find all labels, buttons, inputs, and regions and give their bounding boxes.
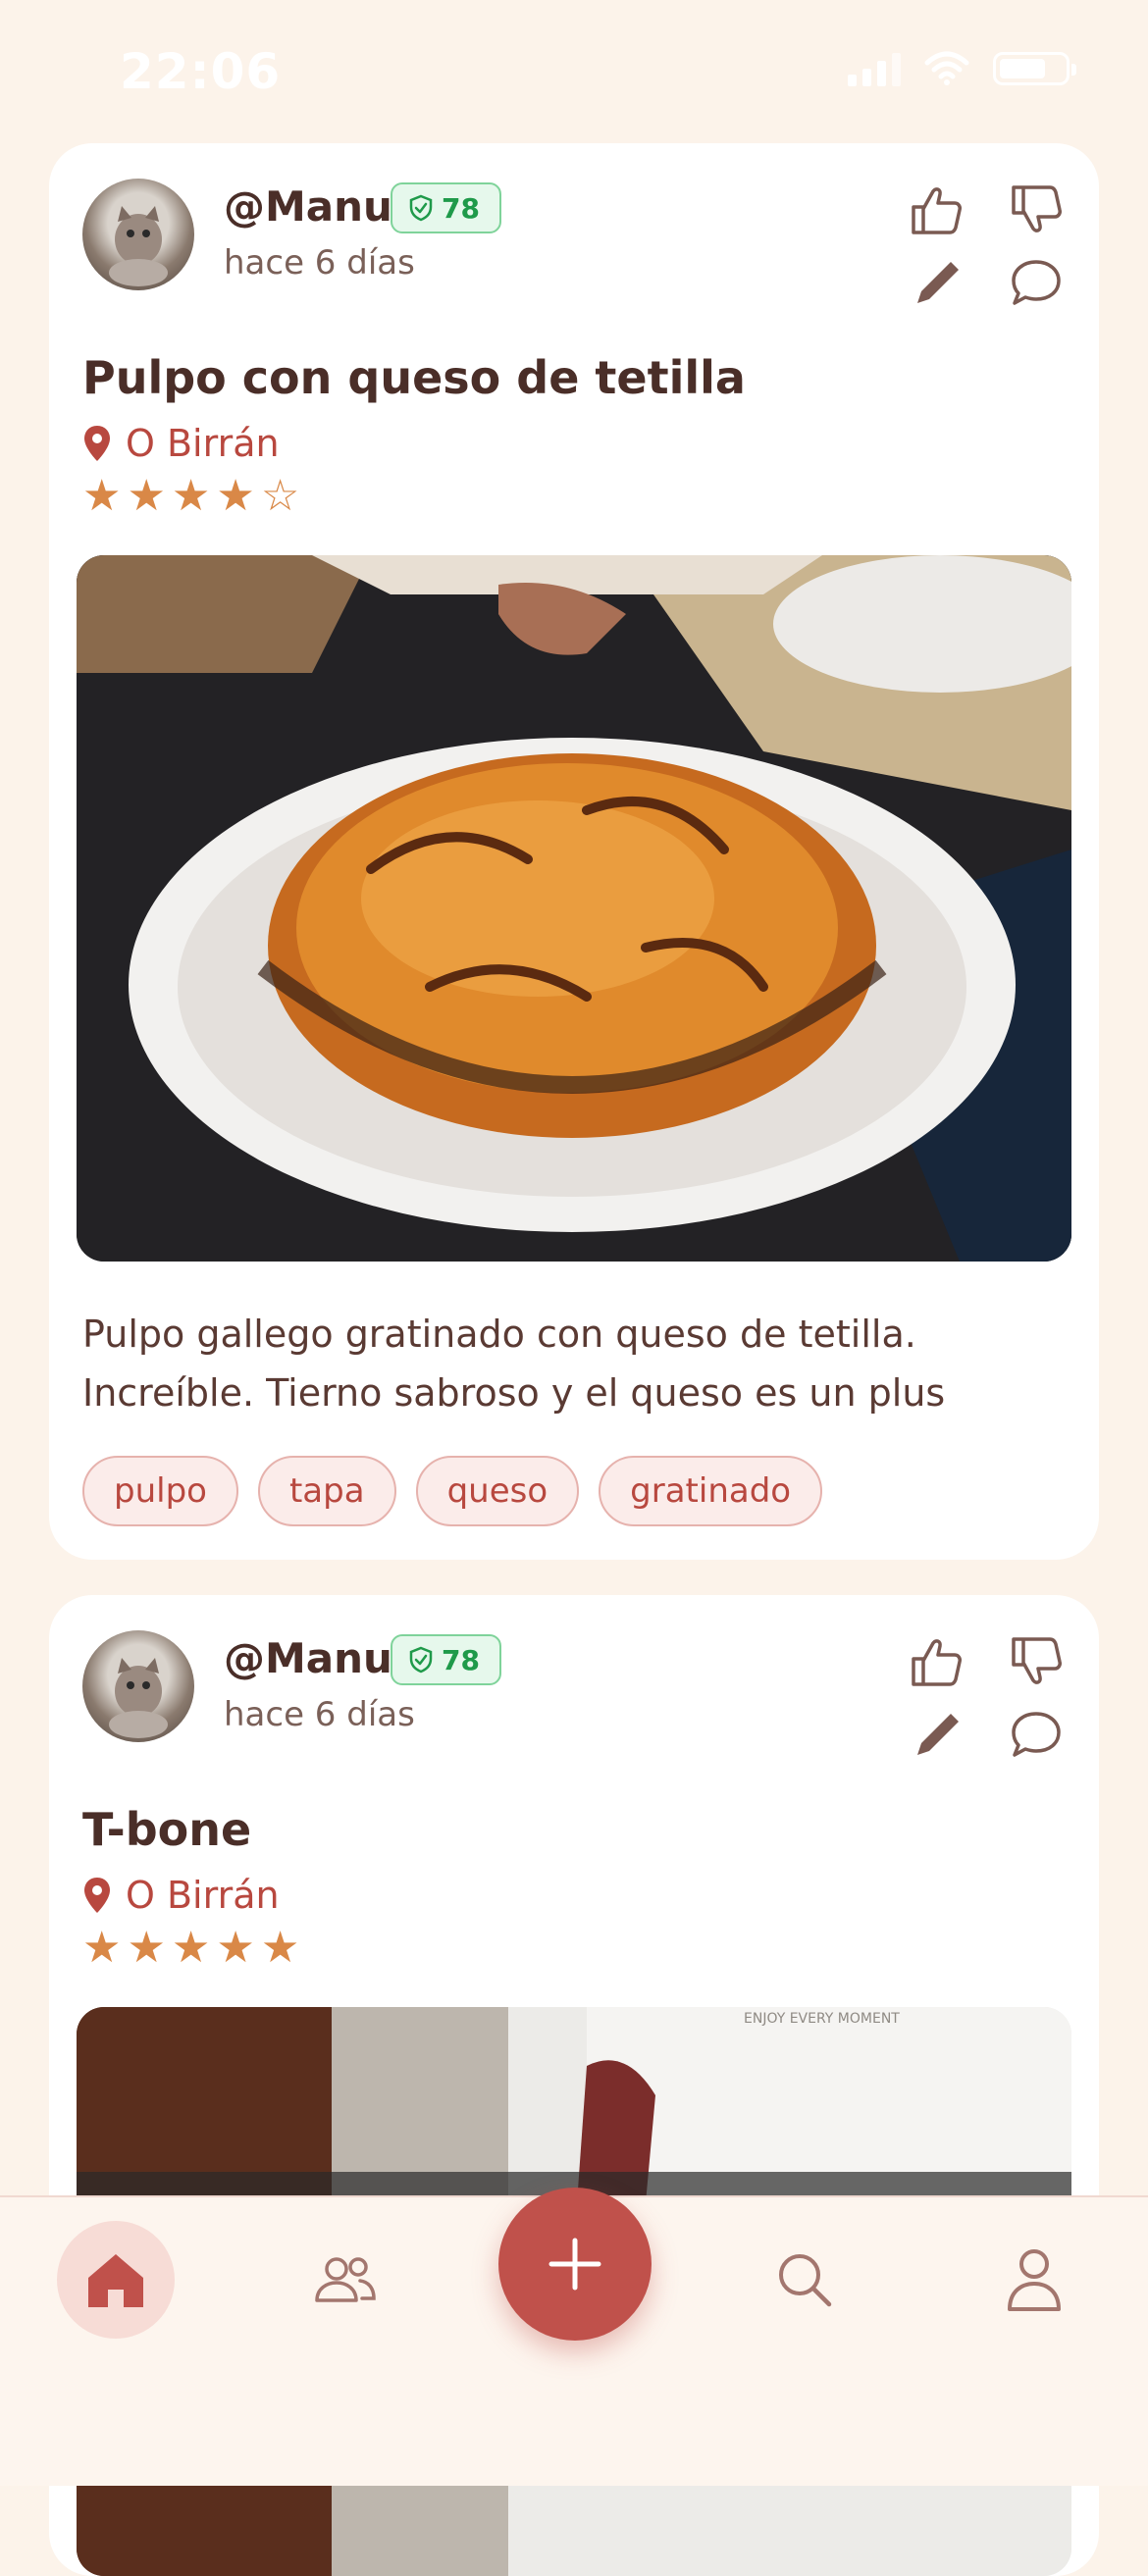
dish-title: Pulpo con queso de tetilla bbox=[82, 351, 746, 404]
signal-icon bbox=[848, 51, 901, 86]
star-rating: ★ ★ ★ ★ ☆ bbox=[82, 475, 299, 518]
star-rating: ★ ★ ★ ★ ★ bbox=[82, 1927, 299, 1970]
location-name: O Birrán bbox=[126, 422, 280, 465]
score-badge: 78 bbox=[391, 182, 501, 233]
nav-search[interactable] bbox=[746, 2221, 863, 2339]
description-line: Increíble. Tierno sabroso y el queso es … bbox=[82, 1371, 946, 1415]
description-line: Pulpo gallego gratinado con queso de tet… bbox=[82, 1313, 916, 1356]
star-icon: ★ bbox=[171, 471, 211, 521]
post-description: Pulpo gallego gratinado con queso de tet… bbox=[82, 1305, 1064, 1422]
comment-button[interactable] bbox=[1005, 1703, 1068, 1766]
nav-home[interactable] bbox=[57, 2221, 175, 2339]
thumbs-up-icon bbox=[912, 1639, 962, 1686]
post-card[interactable]: @Manu 78 hace 6 días Pulpo con queso de … bbox=[49, 143, 1099, 1560]
tag-chip[interactable]: queso bbox=[415, 1456, 580, 1526]
score-badge: 78 bbox=[391, 1634, 501, 1685]
dislike-button[interactable] bbox=[1005, 1630, 1068, 1693]
avatar[interactable] bbox=[82, 179, 194, 290]
comment-icon bbox=[1012, 260, 1061, 305]
username[interactable]: @Manu bbox=[224, 182, 392, 231]
score-value: 78 bbox=[442, 191, 480, 225]
photo-print: ENJOY EVERY MOMENT bbox=[744, 2011, 900, 2027]
status-time: 22:06 bbox=[120, 43, 282, 100]
location-name: O Birrán bbox=[126, 1874, 280, 1917]
star-icon: ★ bbox=[171, 1923, 211, 1973]
add-post-button[interactable] bbox=[498, 2188, 652, 2341]
shield-check-icon bbox=[409, 194, 433, 222]
comment-button[interactable] bbox=[1005, 251, 1068, 314]
tag-chip[interactable]: gratinado bbox=[599, 1456, 823, 1526]
star-icon: ★ bbox=[216, 1923, 255, 1973]
users-icon bbox=[315, 2257, 376, 2302]
dish-photo[interactable] bbox=[77, 555, 1071, 1262]
star-icon: ★ bbox=[82, 1923, 122, 1973]
thumbs-down-icon bbox=[1012, 1637, 1062, 1684]
star-icon: ★ bbox=[127, 1923, 166, 1973]
status-bar: 22:06 bbox=[0, 0, 1148, 147]
nav-friends[interactable] bbox=[287, 2221, 404, 2339]
shield-check-icon bbox=[409, 1646, 433, 1674]
location-link[interactable]: O Birrán bbox=[82, 1874, 280, 1917]
edit-button[interactable] bbox=[905, 251, 967, 314]
dislike-button[interactable] bbox=[1005, 179, 1068, 241]
tag-chip[interactable]: tapa bbox=[257, 1456, 396, 1526]
avatar[interactable] bbox=[82, 1630, 194, 1742]
tag-chip[interactable]: pulpo bbox=[82, 1456, 238, 1526]
star-icon: ★ bbox=[216, 471, 255, 521]
comment-icon bbox=[1012, 1712, 1061, 1757]
star-icon: ★ bbox=[260, 1923, 300, 1973]
star-icon: ★ bbox=[82, 471, 122, 521]
star-icon: ★ bbox=[127, 471, 166, 521]
pencil-icon bbox=[917, 262, 959, 303]
username[interactable]: @Manu bbox=[224, 1634, 392, 1682]
pencil-icon bbox=[917, 1714, 959, 1755]
location-link[interactable]: O Birrán bbox=[82, 422, 280, 465]
thumbs-down-icon bbox=[1012, 185, 1062, 232]
plus-icon bbox=[548, 2238, 601, 2291]
like-button[interactable] bbox=[905, 1630, 967, 1693]
star-empty-icon: ☆ bbox=[260, 471, 300, 521]
wifi-icon bbox=[924, 51, 969, 85]
battery-icon bbox=[993, 52, 1076, 85]
home-icon bbox=[88, 2254, 143, 2307]
search-icon bbox=[779, 2254, 832, 2307]
post-time: hace 6 días bbox=[224, 1695, 415, 1734]
nav-profile[interactable] bbox=[975, 2221, 1093, 2339]
score-value: 78 bbox=[442, 1643, 480, 1676]
post-time: hace 6 días bbox=[224, 243, 415, 283]
status-icons bbox=[848, 51, 1076, 86]
user-icon bbox=[1008, 2249, 1061, 2311]
tag-list: pulpo tapa queso gratinado bbox=[82, 1456, 823, 1526]
thumbs-up-icon bbox=[912, 187, 962, 234]
map-pin-icon bbox=[84, 426, 110, 461]
map-pin-icon bbox=[84, 1878, 110, 1913]
dish-title: T-bone bbox=[82, 1803, 252, 1856]
edit-button[interactable] bbox=[905, 1703, 967, 1766]
like-button[interactable] bbox=[905, 179, 967, 241]
